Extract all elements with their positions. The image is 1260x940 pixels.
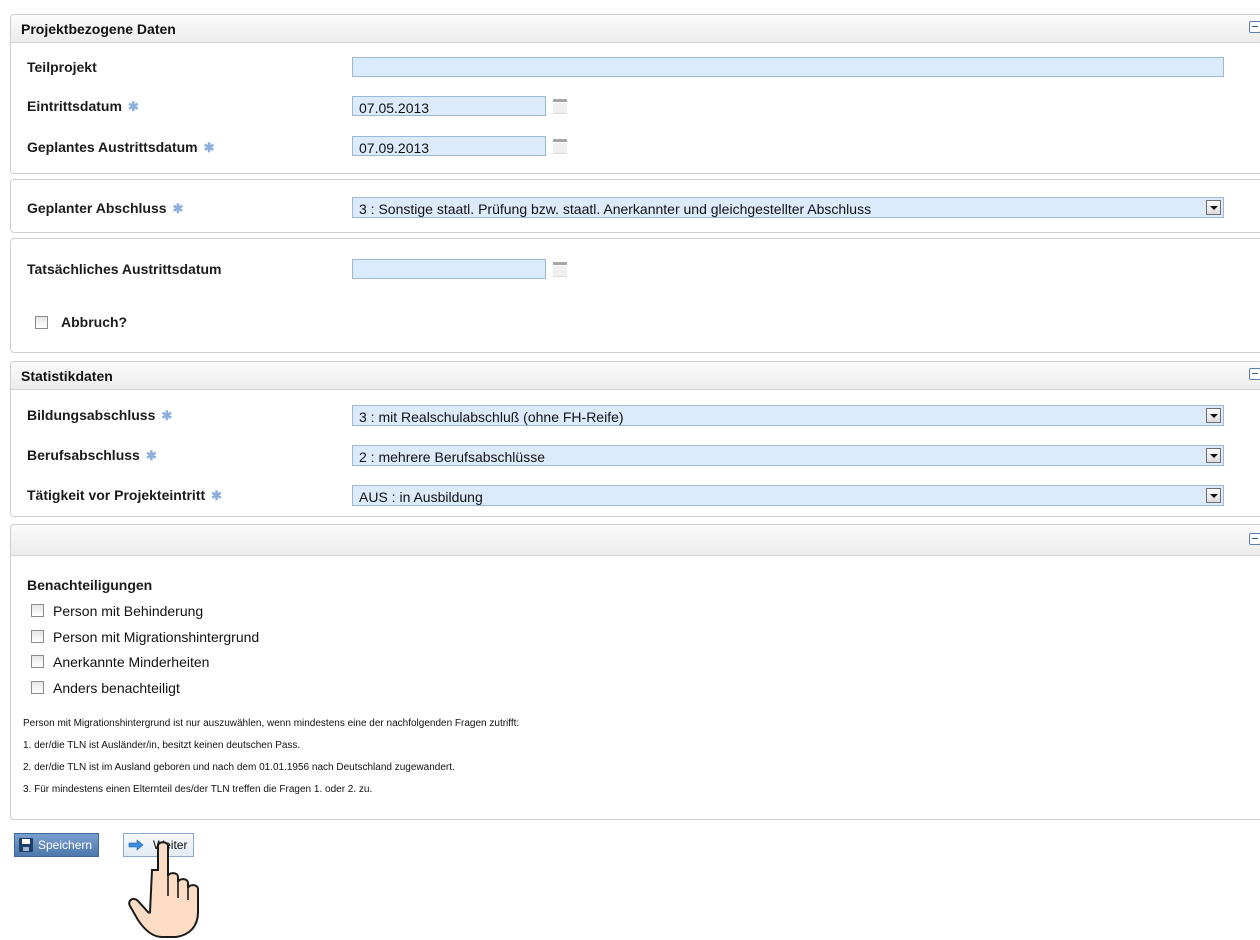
required-icon: ✱ (172, 201, 184, 216)
floppy-disk-icon (19, 838, 33, 852)
calendar-icon[interactable] (552, 98, 568, 114)
berufsabschluss-select[interactable]: 2 : mehrere Berufsabschlüsse (352, 445, 1224, 466)
checkbox-label: Anerkannte Minderheiten (53, 654, 210, 670)
austrittsdatum-input[interactable]: 07.09.2013 (352, 136, 546, 156)
austrittsdatum-label-text: Geplantes Austrittsdatum (27, 139, 198, 155)
anders-benachteiligt-checkbox[interactable] (31, 681, 44, 694)
bildungsabschluss-select[interactable]: 3 : mit Realschulabschluß (ohne FH-Reife… (352, 405, 1224, 426)
save-button[interactable]: Speichern (14, 833, 100, 857)
eintrittsdatum-label-text: Eintrittsdatum (27, 98, 122, 114)
chevron-down-icon[interactable] (1206, 488, 1221, 503)
migration-note-item: 2. der/die TLN ist im Ausland geboren un… (23, 762, 455, 773)
required-icon: ✱ (203, 140, 215, 155)
behinderung-checkbox[interactable] (31, 604, 44, 617)
tatsaechliches-austrittsdatum-input[interactable] (352, 259, 546, 279)
project-data-header: Projektbezogene Daten (11, 15, 1260, 43)
bildungsabschluss-select-value: 3 : mit Realschulabschluß (ohne FH-Reife… (359, 409, 624, 425)
teilprojekt-label: Teilprojekt (27, 59, 97, 75)
benachteiligungen-heading: Benachteiligungen (27, 577, 153, 593)
calendar-icon[interactable] (552, 138, 568, 154)
migration-note: Person mit Migrationshintergrund ist nur… (23, 718, 520, 729)
abbruch-checkbox[interactable] (35, 316, 48, 329)
collapse-icon[interactable] (1249, 21, 1260, 33)
chevron-down-icon[interactable] (1206, 408, 1221, 423)
collapse-icon[interactable] (1249, 533, 1260, 545)
teilprojekt-input[interactable] (352, 57, 1224, 77)
taetigkeit-label: Tätigkeit vor Projekteintritt ✱ (27, 487, 222, 504)
berufsabschluss-label-text: Berufsabschluss (27, 447, 140, 463)
migration-note-item: 3. Für mindestens einen Elternteil des/d… (23, 784, 373, 795)
hand-pointer-icon (128, 841, 199, 938)
benachteiligungen-panel (10, 524, 1260, 820)
statistik-header: Statistikdaten (11, 362, 1260, 390)
taetigkeit-label-text: Tätigkeit vor Projekteintritt (27, 487, 206, 503)
berufsabschluss-label: Berufsabschluss ✱ (27, 447, 157, 464)
checkbox-label: Person mit Behinderung (53, 603, 204, 619)
eintrittsdatum-label: Eintrittsdatum ✱ (27, 98, 139, 115)
collapse-icon[interactable] (1249, 368, 1260, 380)
berufsabschluss-select-value: 2 : mehrere Berufsabschlüsse (359, 449, 545, 465)
taetigkeit-select-value: AUS : in Ausbildung (359, 489, 483, 505)
required-icon: ✱ (211, 488, 223, 503)
minderheiten-checkbox[interactable] (31, 655, 44, 668)
save-button-label: Speichern (38, 838, 93, 852)
chevron-down-icon[interactable] (1206, 200, 1221, 215)
required-icon: ✱ (127, 99, 139, 114)
chevron-down-icon[interactable] (1206, 448, 1221, 463)
panel-title: Statistikdaten (21, 368, 113, 384)
bildungsabschluss-label-text: Bildungsabschluss (27, 407, 156, 423)
panel-title: Projektbezogene Daten (21, 21, 176, 37)
abbruch-label: Abbruch? (61, 314, 128, 330)
abschluss-select[interactable]: 3 : Sonstige staatl. Prüfung bzw. staatl… (352, 197, 1224, 218)
checkbox-label: Person mit Migrationshintergrund (53, 629, 260, 645)
austrittsdatum-label: Geplantes Austrittsdatum ✱ (27, 139, 215, 156)
eintrittsdatum-input[interactable]: 07.05.2013 (352, 96, 546, 116)
checkbox-label: Anders benachteiligt (53, 680, 180, 696)
benachteiligungen-header (11, 525, 1260, 556)
abschluss-label-text: Geplanter Abschluss (27, 200, 167, 216)
calendar-icon[interactable] (552, 261, 568, 277)
abschluss-select-value: 3 : Sonstige staatl. Prüfung bzw. staatl… (359, 201, 872, 217)
taetigkeit-select[interactable]: AUS : in Ausbildung (352, 485, 1224, 506)
bildungsabschluss-label: Bildungsabschluss ✱ (27, 407, 172, 424)
migration-note-item: 1. der/die TLN ist Ausländer/in, besitzt… (23, 740, 301, 751)
abschluss-label: Geplanter Abschluss ✱ (27, 200, 183, 217)
required-icon: ✱ (145, 448, 157, 463)
migrationshintergrund-checkbox[interactable] (31, 630, 44, 643)
tatsaechliches-austrittsdatum-label: Tatsächliches Austrittsdatum (27, 261, 222, 277)
required-icon: ✱ (161, 408, 173, 423)
exit-panel (10, 238, 1260, 353)
